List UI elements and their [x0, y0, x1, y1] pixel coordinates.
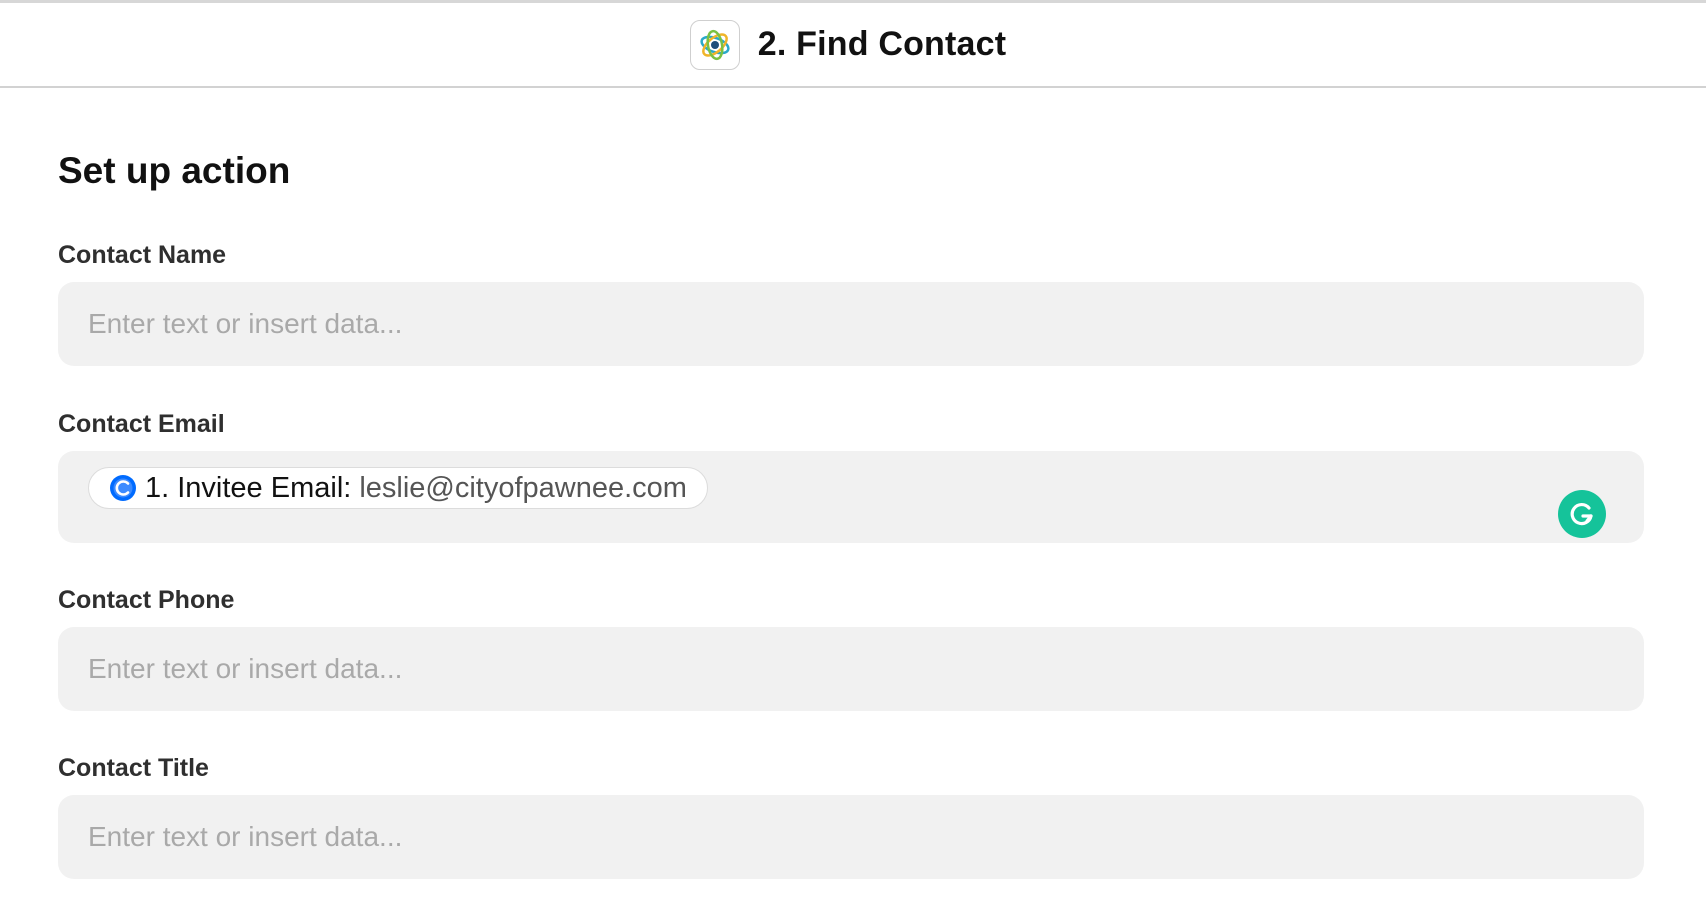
contact-email-label: Contact Email — [58, 410, 225, 438]
contact-name-field: Contact Name Enter text or insert data..… — [58, 238, 1644, 366]
step-title: 2. Find Contact — [757, 25, 1007, 63]
contact-name-label: Contact Name — [58, 241, 227, 269]
contact-phone-label: Contact Phone — [58, 586, 235, 614]
contact-name-placeholder: Enter text or insert data... — [88, 308, 403, 339]
contact-title-placeholder: Enter text or insert data... — [88, 821, 403, 852]
grammarly-icon[interactable] — [1558, 490, 1606, 538]
calendly-icon-graphic — [110, 475, 136, 501]
contact-title-field: Contact Title Enter text or insert data.… — [58, 751, 1644, 879]
invitee-email-token[interactable]: 1. Invitee Email: leslie@cityofpawnee.co… — [88, 467, 708, 509]
contact-phone-placeholder: Enter text or insert data... — [88, 653, 403, 684]
contact-phone-field: Contact Phone Enter text or insert data.… — [58, 583, 1644, 711]
step-header-content: 2. Find Contact — [689, 19, 1007, 70]
orbit-app-icon — [689, 19, 740, 70]
contact-title-input[interactable]: Enter text or insert data... — [58, 795, 1644, 879]
calendly-icon — [109, 474, 137, 502]
contact-title-label: Contact Title — [58, 754, 209, 782]
token-key: 1. Invitee Email: — [145, 471, 352, 504]
contact-email-field: Contact Email 1. Invitee Email: leslie@c… — [58, 407, 1644, 543]
token-value: leslie@cityofpawnee.com — [359, 471, 687, 504]
contact-name-input[interactable]: Enter text or insert data... — [58, 282, 1644, 366]
contact-phone-input[interactable]: Enter text or insert data... — [58, 627, 1644, 711]
step-header: 2. Find Contact — [0, 3, 1706, 88]
contact-email-input[interactable]: 1. Invitee Email: leslie@cityofpawnee.co… — [58, 451, 1644, 543]
orbit-icon-graphic — [700, 29, 730, 60]
grammarly-icon-graphic — [1570, 503, 1593, 526]
section-title: Set up action — [58, 150, 291, 191]
